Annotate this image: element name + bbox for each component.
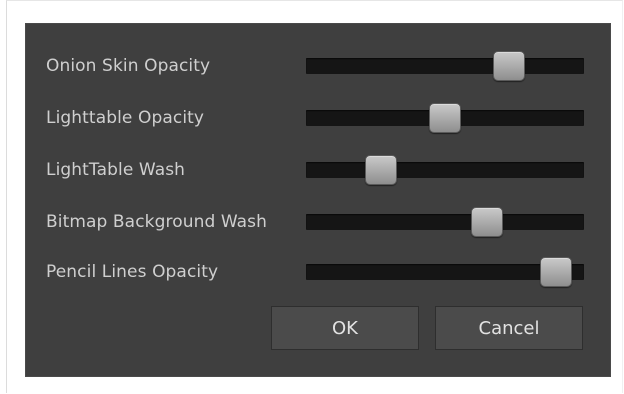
- cancel-button[interactable]: Cancel: [435, 306, 583, 350]
- pencil-lines-opacity-slider[interactable]: [306, 257, 584, 287]
- bitmap-background-wash-slider[interactable]: [306, 207, 584, 237]
- light-table-settings-dialog: Onion Skin Opacity Lighttable Opacity Li…: [26, 24, 610, 376]
- lighttable-opacity-slider[interactable]: [306, 103, 584, 133]
- onion-skin-opacity-slider-thumb[interactable]: [492, 51, 525, 81]
- bitmap-background-wash-label: Bitmap Background Wash: [46, 212, 268, 232]
- lighttable-wash-slider-thumb[interactable]: [365, 155, 398, 185]
- lighttable-wash-label: LightTable Wash: [46, 160, 186, 180]
- lighttable-opacity-row: Lighttable Opacity: [26, 98, 610, 138]
- onion-skin-opacity-label: Onion Skin Opacity: [46, 56, 211, 76]
- bitmap-background-wash-row: Bitmap Background Wash: [26, 202, 610, 242]
- lighttable-wash-slider[interactable]: [306, 155, 584, 185]
- ok-button[interactable]: OK: [271, 306, 419, 350]
- pencil-lines-opacity-label: Pencil Lines Opacity: [46, 262, 219, 282]
- onion-skin-opacity-row: Onion Skin Opacity: [26, 46, 610, 86]
- lighttable-opacity-label: Lighttable Opacity: [46, 108, 205, 128]
- bitmap-background-wash-slider-thumb[interactable]: [470, 207, 503, 237]
- lighttable-opacity-slider-thumb[interactable]: [429, 103, 461, 133]
- onion-skin-opacity-slider[interactable]: [306, 51, 584, 81]
- pencil-lines-opacity-slider-thumb[interactable]: [539, 257, 572, 287]
- lighttable-wash-row: LightTable Wash: [26, 150, 610, 190]
- pencil-lines-opacity-row: Pencil Lines Opacity: [26, 252, 610, 292]
